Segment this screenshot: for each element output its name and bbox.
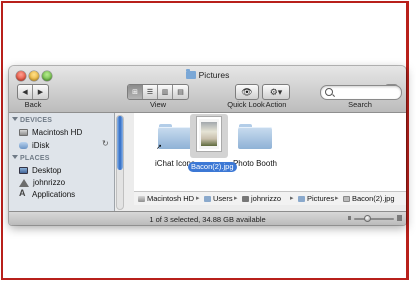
icon-size-slider[interactable] — [348, 215, 402, 222]
eye-icon: 👁 — [241, 86, 253, 97]
path-separator-icon: ▸ — [335, 195, 339, 202]
status-text: 1 of 3 selected, 34.88 GB available — [149, 215, 266, 224]
forward-button[interactable]: ▶ — [33, 85, 48, 99]
folder-icon — [185, 69, 196, 79]
sidebar-item-johnrizzo[interactable]: johnrizzo — [19, 177, 65, 188]
view-buttons: ⊞ ☰ ▥ ▤ — [127, 84, 189, 100]
coverflow-view-button[interactable]: ▤ — [173, 85, 188, 99]
window-title: Pictures — [9, 69, 406, 80]
sidebar-places-header[interactable]: PLACES — [12, 155, 50, 162]
path-item-bacon[interactable]: Bacon(2).jpg — [343, 194, 395, 203]
sidebar-item-idisk[interactable]: iDisk — [19, 140, 49, 151]
window-title-text: Pictures — [198, 70, 230, 80]
search-field[interactable] — [320, 85, 402, 100]
back-button[interactable]: ◀ — [18, 85, 33, 99]
path-separator-icon: ▸ — [234, 195, 238, 202]
list-view-button[interactable]: ☰ — [143, 85, 158, 99]
image-file-icon — [343, 195, 350, 202]
action-label: Action — [265, 100, 287, 109]
status-bar: 1 of 3 selected, 34.88 GB available — [9, 211, 406, 225]
gear-icon: ⚙▾ — [269, 86, 283, 97]
path-separator-icon: ▸ — [290, 195, 294, 202]
photo-thumbnail — [201, 122, 217, 146]
path-item-johnrizzo[interactable]: johnrizzo — [242, 194, 281, 203]
item-label-bacon[interactable]: Bacon(2).jpg — [188, 162, 237, 172]
back-forward-buttons: ◀ ▶ — [17, 84, 49, 100]
image-file-bacon[interactable] — [196, 116, 222, 152]
disclosure-triangle-icon — [12, 155, 18, 159]
sidebar-item-macintosh-hd[interactable]: Macintosh HD — [19, 127, 82, 138]
sidebar-item-applications[interactable]: Applications — [19, 188, 75, 200]
icon-view-icon: ⊞ — [132, 89, 138, 96]
search-input[interactable] — [335, 86, 395, 99]
small-icon-size-icon — [348, 216, 351, 220]
path-bar: Macintosh HD ▸ Users ▸ johnrizzo ▸ Pictu… — [134, 191, 406, 205]
list-view-icon: ☰ — [146, 89, 154, 96]
desktop-icon — [19, 167, 28, 174]
toolbar: Pictures ◀ ▶ Back ⊞ ☰ ▥ ▤ View 👁 Quick L… — [9, 66, 406, 113]
icon-view-button[interactable]: ⊞ — [128, 85, 143, 99]
path-item-pictures[interactable]: Pictures — [298, 194, 334, 203]
folder-icon — [158, 127, 192, 149]
folder-photo-booth[interactable] — [238, 123, 272, 149]
sidebar-scrollbar[interactable] — [116, 115, 124, 210]
finder-window: Pictures ◀ ▶ Back ⊞ ☰ ▥ ▤ View 👁 Quick L… — [9, 66, 406, 225]
column-view-button[interactable]: ▥ — [158, 85, 173, 99]
folder-icon — [204, 195, 211, 202]
search-label: Search — [348, 100, 372, 109]
home-icon — [19, 178, 29, 187]
alias-arrow-icon: ↗ — [156, 144, 162, 151]
folder-ichat-icons[interactable]: ↗ — [156, 123, 192, 151]
home-icon — [242, 195, 249, 202]
sidebar-devices-header[interactable]: DEVICES — [12, 117, 52, 124]
sync-icon[interactable]: ↻ — [102, 139, 109, 148]
hard-drive-icon — [19, 129, 28, 136]
coverflow-icon: ▤ — [177, 89, 184, 96]
back-arrow-icon: ◀ — [22, 89, 28, 96]
folder-icon — [298, 195, 305, 202]
folder-icon — [238, 127, 272, 149]
hard-drive-icon — [138, 195, 145, 202]
sidebar: DEVICES Macintosh HD iDisk ↻ PLACES Desk… — [9, 113, 115, 225]
slider-knob[interactable] — [364, 215, 371, 222]
applications-icon — [19, 188, 28, 199]
large-icon-size-icon — [397, 215, 402, 221]
view-label: View — [149, 100, 167, 109]
search-icon — [325, 88, 333, 96]
sidebar-item-desktop[interactable]: Desktop — [19, 165, 61, 176]
forward-arrow-icon: ▶ — [37, 89, 44, 96]
action-button[interactable]: ⚙▾ — [262, 84, 290, 100]
back-label: Back — [24, 100, 42, 109]
idisk-icon — [19, 142, 28, 149]
quick-look-button[interactable]: 👁 — [235, 84, 259, 100]
disclosure-triangle-icon — [12, 117, 18, 121]
path-item-macintosh-hd[interactable]: Macintosh HD — [138, 194, 194, 203]
path-separator-icon: ▸ — [196, 195, 200, 202]
scrollbar-thumb[interactable] — [117, 116, 123, 170]
path-item-users[interactable]: Users — [204, 194, 233, 203]
column-view-icon: ▥ — [161, 89, 169, 96]
